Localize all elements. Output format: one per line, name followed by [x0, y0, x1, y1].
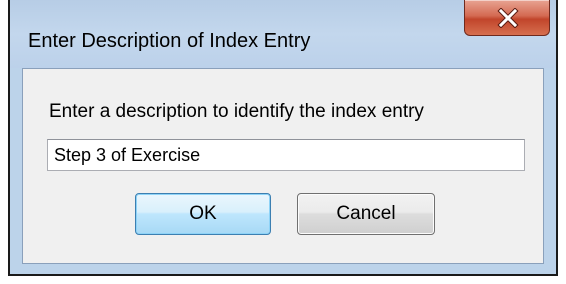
dialog-window: Enter Description of Index Entry Enter a…: [8, 0, 558, 276]
cancel-button[interactable]: Cancel: [297, 193, 435, 235]
window-title: Enter Description of Index Entry: [28, 30, 311, 52]
description-input[interactable]: [47, 139, 525, 171]
title-bar[interactable]: Enter Description of Index Entry: [10, 0, 556, 68]
ok-button[interactable]: OK: [135, 193, 271, 235]
close-button[interactable]: [464, 0, 550, 36]
close-icon: [497, 8, 519, 28]
description-prompt-label: Enter a description to identify the inde…: [49, 101, 424, 122]
dialog-body: Enter a description to identify the inde…: [22, 68, 544, 264]
